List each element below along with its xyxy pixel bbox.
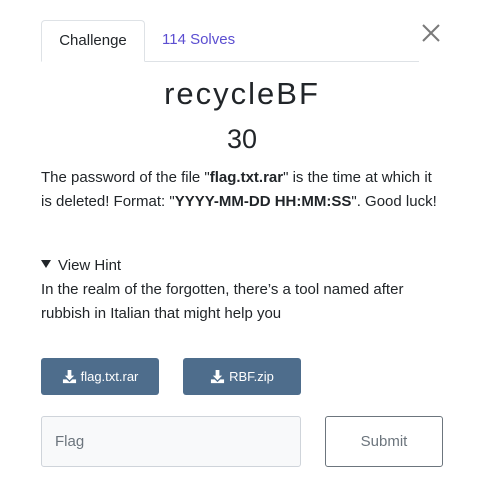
- download-icon: [62, 369, 76, 384]
- file-label: flag.txt.rar: [80, 369, 139, 384]
- tab-challenge[interactable]: Challenge: [41, 20, 145, 62]
- submit-button[interactable]: Submit: [325, 416, 443, 467]
- view-hint-toggle[interactable]: View Hint: [41, 254, 121, 278]
- challenge-modal: Challenge 114 Solves recycleBF 30 The pa…: [0, 0, 490, 490]
- hint-content: In the realm of the forgotten, there’s a…: [41, 281, 404, 322]
- challenge-title: recycleBF: [164, 76, 320, 111]
- download-rbf-zip-button[interactable]: RBF.zip: [183, 358, 301, 395]
- flag-input[interactable]: [41, 416, 301, 467]
- close-icon[interactable]: [419, 21, 443, 45]
- challenge-description: The password of the file "flag.txt.rar" …: [41, 166, 446, 214]
- caret-down-icon: [41, 260, 51, 268]
- download-icon: [211, 369, 225, 384]
- challenge-points: 30: [226, 124, 258, 154]
- description-text: ". Good luck!: [351, 193, 437, 210]
- download-flag-rar-button[interactable]: flag.txt.rar: [41, 358, 159, 395]
- description-filename: flag.txt.rar: [209, 169, 284, 186]
- file-label: RBF.zip: [229, 369, 274, 384]
- tab-bar: Challenge 114 Solves: [41, 20, 419, 62]
- description-text: The password of the file ": [41, 169, 210, 186]
- view-hint-label: View Hint: [58, 257, 122, 274]
- description-format: YYYY-MM-DD HH:MM:SS: [174, 193, 352, 210]
- tab-solves[interactable]: 114 Solves: [162, 20, 235, 62]
